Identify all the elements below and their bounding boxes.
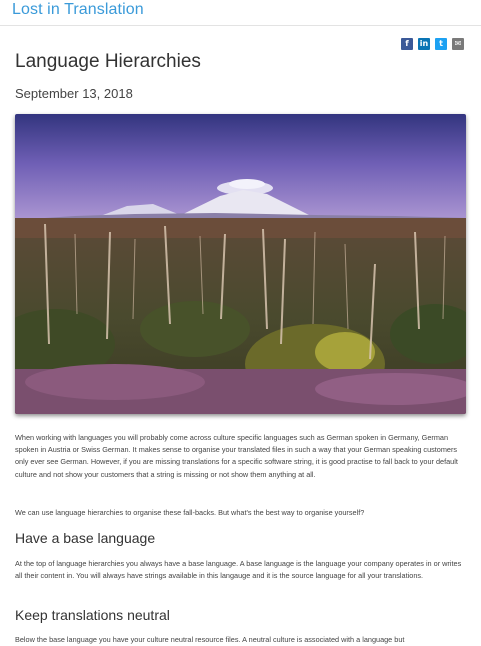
share-buttons: f in t ✉ (401, 38, 464, 50)
site-header: Lost in Translation (0, 0, 481, 26)
hero-image (15, 114, 466, 414)
heading-keep-neutral: Keep translations neutral (15, 607, 170, 623)
site-title-link[interactable]: Lost in Translation (12, 1, 144, 19)
paragraph-base-language: At the top of language hierarchies you a… (15, 559, 462, 581)
post-date: September 13, 2018 (15, 86, 133, 101)
paragraph-intro: When working with languages you will pro… (15, 433, 458, 479)
twitter-icon[interactable]: t (435, 38, 447, 50)
post-title: Language Hierarchies (15, 51, 201, 72)
paragraph-hierarchies: We can use language hierarchies to organ… (15, 508, 365, 517)
email-icon[interactable]: ✉ (452, 38, 464, 50)
linkedin-icon[interactable]: in (418, 38, 430, 50)
paragraph-neutral: Below the base language you have your cu… (15, 635, 405, 644)
heading-base-language: Have a base language (15, 530, 156, 546)
facebook-icon[interactable]: f (401, 38, 413, 50)
